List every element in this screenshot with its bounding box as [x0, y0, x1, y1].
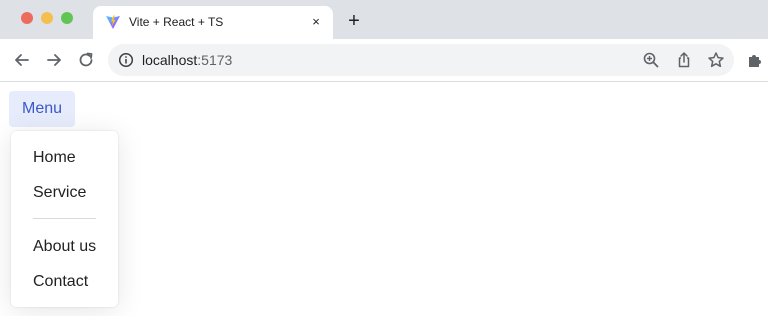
- tab-title: Vite + React + TS: [129, 15, 224, 29]
- page-content: Menu Home Service About us Contact: [0, 83, 768, 316]
- dropdown-menu: Home Service About us Contact: [11, 131, 118, 307]
- browser-tab[interactable]: Vite + React + TS ×: [93, 6, 333, 39]
- share-icon[interactable]: [675, 51, 693, 69]
- browser-toolbar: localhost:5173: [0, 39, 768, 82]
- info-icon[interactable]: [118, 52, 134, 68]
- star-icon[interactable]: [707, 51, 725, 69]
- zoom-window-button[interactable]: [61, 12, 73, 24]
- arrow-right-icon[interactable]: [44, 50, 64, 70]
- vite-logo-icon: [106, 15, 120, 29]
- url-port: :5173: [197, 52, 233, 68]
- menu-item-home[interactable]: Home: [33, 149, 76, 167]
- minimize-window-button[interactable]: [41, 12, 53, 24]
- url-host: localhost: [142, 52, 198, 68]
- url-text[interactable]: localhost:5173: [142, 52, 232, 68]
- close-window-button[interactable]: [21, 12, 33, 24]
- menu-button[interactable]: Menu: [9, 91, 75, 127]
- menu-item-contact[interactable]: Contact: [33, 273, 88, 291]
- menu-divider: [33, 218, 96, 219]
- menu-item-service[interactable]: Service: [33, 184, 86, 202]
- zoom-icon[interactable]: [642, 51, 660, 69]
- reload-icon[interactable]: [76, 50, 96, 70]
- arrow-left-icon[interactable]: [12, 50, 32, 70]
- menu-item-about-us[interactable]: About us: [33, 238, 96, 256]
- new-tab-button[interactable]: +: [344, 11, 364, 31]
- puzzle-icon[interactable]: [746, 51, 764, 69]
- tab-strip: Vite + React + TS × +: [0, 0, 768, 39]
- close-tab-icon[interactable]: ×: [308, 14, 324, 30]
- address-bar[interactable]: localhost:5173: [108, 44, 734, 76]
